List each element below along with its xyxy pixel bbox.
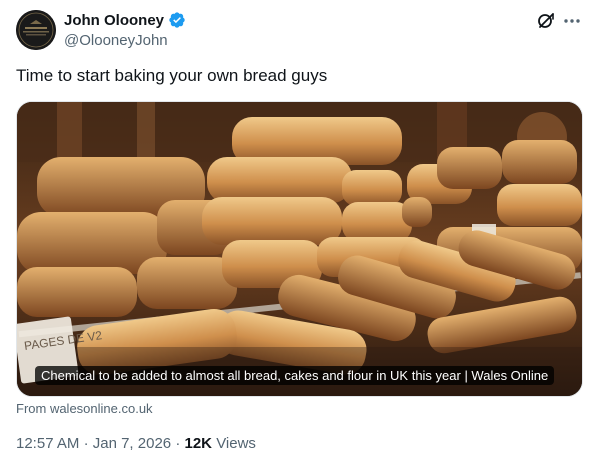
tweet-text: Time to start baking your own bread guys <box>16 66 328 85</box>
verified-badge-icon <box>168 11 186 29</box>
tweet-time[interactable]: 12:57 AM <box>16 435 79 452</box>
avatar-image <box>16 10 56 50</box>
link-card[interactable]: PAGES DE V2 Chemical to be added to almo… <box>16 101 583 397</box>
views-count: 12K <box>184 435 213 452</box>
tweet-date[interactable]: Jan 7, 2026 <box>93 435 171 452</box>
author-display-name[interactable]: John Olooney <box>64 12 164 29</box>
avatar[interactable] <box>16 10 56 50</box>
card-headline: Chemical to be added to almost all bread… <box>35 366 555 385</box>
bread-shelf-image: PAGES DE V2 <box>17 102 582 396</box>
tweet: John Olooney @OlooneyJohn Time to start … <box>0 0 599 460</box>
tweet-meta: 12:57 AM · Jan 7, 2026 · 12K Views <box>16 435 256 452</box>
card-source[interactable]: From walesonline.co.uk <box>16 401 153 416</box>
author-handle[interactable]: @OlooneyJohn <box>64 32 168 49</box>
views-label: Views <box>216 435 256 452</box>
grok-icon[interactable] <box>536 11 556 31</box>
author-name-row: John Olooney <box>64 11 186 29</box>
meta-separator: · <box>175 435 181 452</box>
meta-separator: · <box>83 435 89 452</box>
more-options-icon[interactable] <box>562 11 582 31</box>
